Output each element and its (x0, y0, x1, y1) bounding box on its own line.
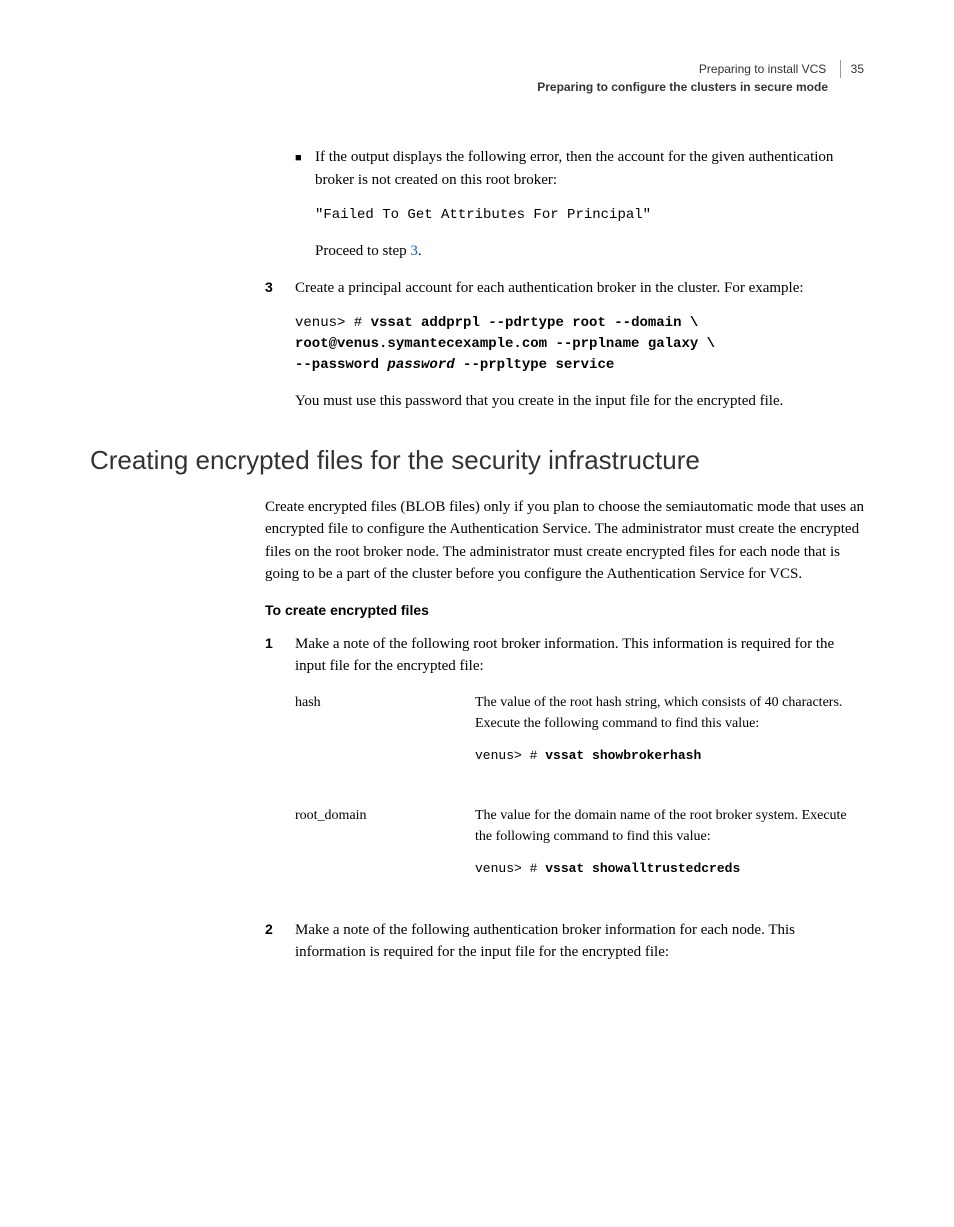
page-number: 35 (840, 60, 864, 78)
definition-code: venus> # vssat showalltrustedcreds (475, 859, 864, 879)
step-number: 1 (265, 633, 295, 678)
code-output: "Failed To Get Attributes For Principal" (315, 205, 864, 226)
section-heading: Creating encrypted files for the securit… (90, 441, 864, 480)
code-prompt: venus> # (475, 861, 545, 876)
table-row: hash The value of the root hash string, … (295, 692, 864, 778)
code-command-text: vssat addprpl --pdrtype root --domain \ (371, 315, 699, 331)
code-segment: --prpltype service (455, 357, 615, 373)
proceed-text: Proceed to step 3. (315, 240, 864, 263)
code-placeholder: password (387, 357, 454, 373)
content-area: ■ If the output displays the following e… (265, 146, 864, 413)
definition-term: root_domain (295, 805, 475, 891)
procedure-subheading: To create encrypted files (265, 600, 864, 621)
step-3-after: You must use this password that you crea… (295, 390, 864, 413)
code-command-text: vssat showbrokerhash (545, 748, 701, 763)
code-prompt: venus> # (295, 315, 371, 331)
code-command: venus> # vssat addprpl --pdrtype root --… (295, 313, 864, 376)
definition-description: The value of the root hash string, which… (475, 692, 864, 778)
code-line-3: --password password --prpltype service (295, 355, 864, 376)
definition-term: hash (295, 692, 475, 778)
step-3: 3 Create a principal account for each au… (265, 277, 864, 300)
step-text: Make a note of the following root broker… (295, 633, 864, 678)
bullet-item: ■ If the output displays the following e… (295, 146, 864, 191)
code-line-2: root@venus.symantecexample.com --prplnam… (295, 334, 864, 355)
bullet-text: If the output displays the following err… (315, 146, 864, 191)
intro-paragraph: Create encrypted files (BLOB files) only… (265, 496, 864, 586)
definition-text: The value for the domain name of the roo… (475, 805, 864, 847)
header-section-title: Preparing to configure the clusters in s… (90, 78, 828, 96)
bullet-marker-icon: ■ (295, 146, 315, 191)
page-header: Preparing to install VCS 35 Preparing to… (90, 60, 864, 96)
step-link[interactable]: 3 (410, 243, 418, 259)
step-text: Create a principal account for each auth… (295, 277, 864, 300)
proceed-suffix: . (418, 243, 422, 259)
table-row: root_domain The value for the domain nam… (295, 805, 864, 891)
code-line-1: venus> # vssat addprpl --pdrtype root --… (295, 313, 864, 334)
code-command-text: vssat showalltrustedcreds (545, 861, 740, 876)
header-chapter-line: Preparing to install VCS 35 (90, 60, 864, 78)
definition-code: venus> # vssat showbrokerhash (475, 746, 864, 766)
code-prompt: venus> # (475, 748, 545, 763)
proceed-prefix: Proceed to step (315, 243, 410, 259)
step-1: 1 Make a note of the following root brok… (265, 633, 864, 678)
step-number: 3 (265, 277, 295, 300)
code-segment: --password (295, 357, 387, 373)
section-content: Create encrypted files (BLOB files) only… (265, 496, 864, 964)
step-text: Make a note of the following authenticat… (295, 919, 864, 964)
step-number: 2 (265, 919, 295, 964)
step-2: 2 Make a note of the following authentic… (265, 919, 864, 964)
definition-description: The value for the domain name of the roo… (475, 805, 864, 891)
definition-table: hash The value of the root hash string, … (295, 692, 864, 891)
header-chapter: Preparing to install VCS (699, 62, 826, 76)
definition-text: The value of the root hash string, which… (475, 692, 864, 734)
